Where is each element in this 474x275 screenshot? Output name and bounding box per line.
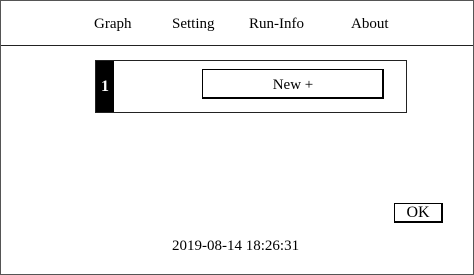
timestamp-label: 2019-08-14 18:26:31 <box>172 238 300 254</box>
menu-item-setting[interactable]: Setting <box>172 15 215 33</box>
menu-bar: Graph Setting Run-Info About <box>1 1 473 46</box>
slot-number: 1 <box>96 61 114 112</box>
new-button[interactable]: New + <box>202 69 384 99</box>
menu-item-run-info[interactable]: Run-Info <box>249 15 304 33</box>
slot-row: 1 New + <box>95 60 407 113</box>
ok-button[interactable]: OK <box>394 203 443 223</box>
app-window: Graph Setting Run-Info About 1 New + OK … <box>0 0 474 275</box>
menu-item-about[interactable]: About <box>351 15 389 33</box>
menu-item-graph[interactable]: Graph <box>94 15 132 33</box>
